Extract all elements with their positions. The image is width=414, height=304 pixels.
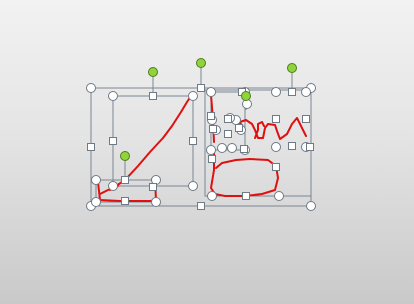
resize-handle-side-icon[interactable] xyxy=(207,112,215,120)
resize-handle-corner-icon[interactable] xyxy=(108,91,118,101)
resize-handle-corner-icon[interactable] xyxy=(151,197,161,207)
resize-handle-corner-icon[interactable] xyxy=(301,87,311,97)
resize-handle-side-icon[interactable] xyxy=(149,92,157,100)
resize-handle-side-icon[interactable] xyxy=(224,115,232,123)
resize-handle-side-icon[interactable] xyxy=(121,197,129,205)
resize-handle-side-icon[interactable] xyxy=(197,202,205,210)
resize-handle-side-icon[interactable] xyxy=(242,192,250,200)
resize-handle-side-icon[interactable] xyxy=(208,155,216,163)
resize-handle-corner-icon[interactable] xyxy=(207,191,217,201)
resize-handle-corner-icon[interactable] xyxy=(91,197,101,207)
resize-handle-side-icon[interactable] xyxy=(235,124,243,132)
resize-handle-side-icon[interactable] xyxy=(209,125,217,133)
resize-handle-side-icon[interactable] xyxy=(197,84,205,92)
resize-handle-corner-icon[interactable] xyxy=(188,181,198,191)
ink-stroke-diagonal[interactable] xyxy=(109,95,192,191)
resize-handle-corner-icon[interactable] xyxy=(274,191,284,201)
resize-handle-corner-icon[interactable] xyxy=(91,175,101,185)
resize-handle-side-icon[interactable] xyxy=(224,130,232,138)
resize-handle-side-icon[interactable] xyxy=(288,142,296,150)
resize-handle-corner-icon[interactable] xyxy=(206,145,216,155)
resize-handle-corner-icon[interactable] xyxy=(108,181,118,191)
resize-handle-side-icon[interactable] xyxy=(302,115,310,123)
resize-handle-corner-icon[interactable] xyxy=(188,91,198,101)
rotate-handle-icon[interactable] xyxy=(120,151,130,161)
resize-handle-side-icon[interactable] xyxy=(87,143,95,151)
resize-handle-corner-icon[interactable] xyxy=(306,201,316,211)
resize-handle-side-icon[interactable] xyxy=(272,115,280,123)
resize-handle-side-icon[interactable] xyxy=(149,183,157,191)
resize-handle-side-icon[interactable] xyxy=(121,176,129,184)
resize-handle-corner-icon[interactable] xyxy=(227,143,237,153)
rotate-handle-icon[interactable] xyxy=(287,63,297,73)
resize-handle-side-icon[interactable] xyxy=(272,163,280,171)
rotate-handles[interactable] xyxy=(120,58,297,161)
rotate-handle-icon[interactable] xyxy=(196,58,206,68)
corner-handles[interactable] xyxy=(86,83,316,211)
resize-handle-side-icon[interactable] xyxy=(109,137,117,145)
resize-handle-corner-icon[interactable] xyxy=(86,83,96,93)
rotate-handle-icon[interactable] xyxy=(148,67,158,77)
resize-handle-corner-icon[interactable] xyxy=(271,87,281,97)
resize-handle-side-icon[interactable] xyxy=(288,88,296,96)
resize-handle-side-icon[interactable] xyxy=(306,143,314,151)
resize-handle-corner-icon[interactable] xyxy=(217,143,227,153)
rotate-handle-icon[interactable] xyxy=(241,91,251,101)
resize-handle-side-icon[interactable] xyxy=(189,137,197,145)
resize-handle-corner-icon[interactable] xyxy=(206,87,216,97)
ink-selection-scene[interactable] xyxy=(0,0,414,304)
resize-handle-side-icon[interactable] xyxy=(240,145,248,153)
resize-handle-corner-icon[interactable] xyxy=(271,142,281,152)
drawing-canvas[interactable] xyxy=(0,0,414,304)
